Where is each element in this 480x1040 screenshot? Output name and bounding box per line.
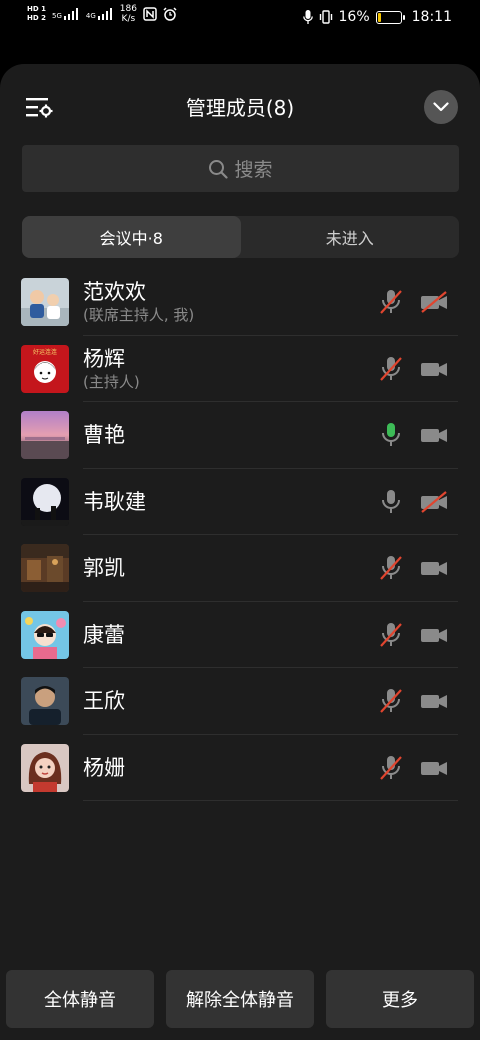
member-name: 郭凯 [83, 556, 125, 580]
member-role: (联席主持人, 我) [83, 306, 195, 324]
member-role: (主持人) [83, 372, 140, 391]
unmute-all-button[interactable]: 解除全体静音 [166, 970, 314, 1028]
member-name: 杨辉 [83, 346, 125, 371]
mic-icon[interactable] [378, 488, 404, 516]
battery-fill [377, 12, 381, 22]
member-name: 王欣 [83, 689, 125, 713]
camera-icon[interactable] [420, 557, 448, 579]
avatar: 好运连连 [21, 344, 69, 393]
mic-muted-icon[interactable] [378, 288, 404, 316]
sim-indicators: HD 1 HD 2 [27, 5, 46, 23]
camera-icon[interactable] [420, 358, 448, 380]
speed-unit: K/s [121, 14, 136, 24]
list-item[interactable]: 杨姗 [0, 735, 480, 801]
member-name: 曹艳 [83, 423, 125, 447]
camera-icon[interactable] [420, 624, 448, 646]
collapse-button[interactable] [424, 90, 458, 124]
member-name: 韦耿建 [83, 489, 146, 514]
member-name: 杨姗 [83, 755, 125, 780]
sim1-label: HD 1 [27, 5, 46, 13]
member-list: 范欢欢 (联席主持人, 我) 好运连连 杨辉 (主持人) 曹艳 韦耿建 郭凯 康… [0, 269, 480, 801]
member-tabs: 会议中·8 未进入 [22, 216, 459, 258]
signal-icon-2: 4G [86, 8, 114, 20]
mic-muted-icon[interactable] [378, 754, 404, 782]
tab-not-joined[interactable]: 未进入 [241, 216, 460, 258]
clock: 18:11 [411, 9, 452, 25]
row-divider [83, 800, 458, 801]
mute-all-button[interactable]: 全体静音 [6, 970, 154, 1028]
camera-off-icon[interactable] [420, 291, 448, 313]
manage-members-sheet: 管理成员(8) 搜索 会议中·8 未进入 范欢欢 (联席主持人, 我) 好运连连… [0, 64, 480, 1040]
network2-label: 4G [85, 12, 96, 20]
avatar [21, 278, 69, 326]
camera-icon[interactable] [420, 690, 448, 712]
battery-icon [375, 10, 405, 24]
list-item[interactable]: 王欣 [0, 668, 480, 735]
battery-percent: 16% [338, 9, 370, 25]
avatar [21, 743, 69, 792]
status-bar: HD 1 HD 2 5G 4G 186 K/s 16% 18:11 [0, 0, 480, 36]
mic-muted-icon[interactable] [378, 554, 404, 582]
mic-status-icon [302, 10, 313, 24]
camera-off-icon[interactable] [420, 490, 448, 513]
mic-muted-icon[interactable] [378, 687, 404, 715]
avatar [21, 477, 69, 526]
member-name: 康蕾 [83, 622, 125, 647]
mic-muted-icon[interactable] [378, 355, 404, 383]
avatar [21, 677, 69, 725]
network-label: 5G [51, 12, 62, 20]
avatar [21, 544, 69, 592]
camera-icon[interactable] [420, 757, 448, 779]
avatar-text: 好运连连 [33, 348, 57, 356]
search-icon [209, 159, 229, 179]
more-button[interactable]: 更多 [326, 970, 474, 1028]
avatar [21, 411, 69, 459]
vibrate-icon [319, 10, 332, 24]
list-item[interactable]: 好运连连 杨辉 (主持人) [0, 336, 480, 402]
member-name: 范欢欢 [83, 280, 146, 304]
alarm-icon [163, 7, 177, 21]
list-item[interactable]: 韦耿建 [0, 469, 480, 535]
camera-icon[interactable] [420, 424, 448, 446]
network-speed: 186 K/s [120, 4, 137, 24]
tab-in-meeting[interactable]: 会议中·8 [22, 216, 241, 258]
list-item[interactable]: 康蕾 [0, 602, 480, 668]
list-item[interactable]: 曹艳 [0, 402, 480, 469]
search-placeholder: 搜索 [234, 159, 273, 181]
page-title: 管理成员(8) [185, 96, 295, 120]
sim2-label: HD 2 [27, 14, 46, 22]
signal-icon: 5G [52, 8, 80, 20]
list-item[interactable]: 范欢欢 (联席主持人, 我) [0, 269, 480, 336]
speed-value: 186 [119, 4, 137, 14]
chevron-down-icon [433, 102, 449, 112]
mic-active-icon[interactable] [378, 421, 404, 449]
bottom-action-bar: 全体静音 解除全体静音 更多 [0, 960, 480, 1040]
list-item[interactable]: 郭凯 [0, 535, 480, 602]
avatar [21, 610, 69, 659]
mic-muted-icon[interactable] [378, 621, 404, 649]
search-input[interactable]: 搜索 [22, 145, 459, 192]
nfc-icon [143, 7, 157, 21]
